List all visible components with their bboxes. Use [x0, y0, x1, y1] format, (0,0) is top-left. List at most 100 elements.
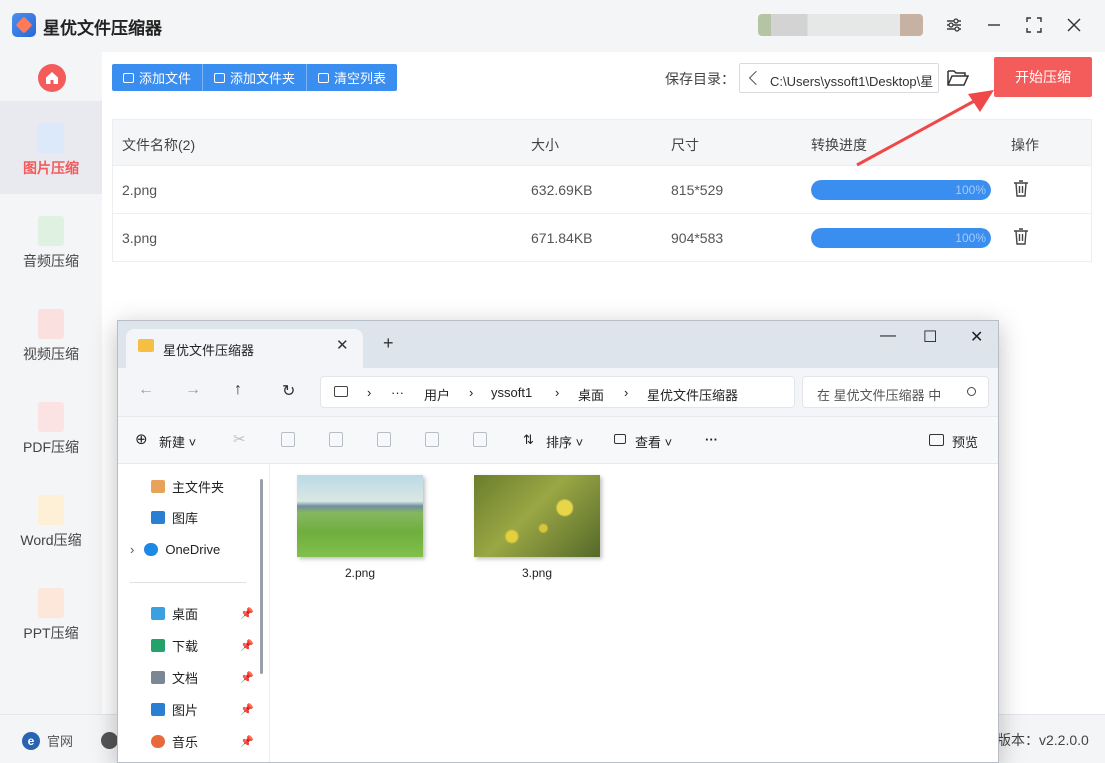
more-options-icon[interactable]: ··· — [705, 432, 718, 447]
refresh-icon[interactable]: ↻ — [282, 381, 295, 401]
maximize-icon[interactable] — [1021, 12, 1047, 38]
sidebar-item-pdf[interactable]: PDF压缩 — [0, 380, 102, 473]
chat-icon[interactable] — [101, 732, 118, 749]
breadcrumb-item[interactable]: 星优文件压缩器 — [647, 385, 738, 404]
app-title: 星优文件压缩器 — [43, 19, 162, 38]
file-name: 2.png — [122, 182, 158, 198]
nav-scrollbar[interactable] — [260, 479, 263, 674]
sort-button[interactable]: 排序 ˅ — [546, 432, 583, 451]
table-row[interactable]: 3.png 671.84KB 904*583 100% — [112, 214, 1092, 262]
progress-text: 100% — [955, 183, 986, 197]
browser-icon: e — [22, 731, 40, 750]
sidebar-item-label: 音频压缩 — [23, 253, 79, 269]
sidebar-item-video[interactable]: 视频压缩 — [0, 287, 102, 380]
sidebar-item-word[interactable]: Word压缩 — [0, 473, 102, 566]
paste-icon[interactable] — [329, 432, 343, 447]
explorer-tabbar: 星优文件压缩器 ✕ + — ☐ ✕ — [118, 321, 998, 368]
start-compress-button[interactable]: 开始压缩 — [994, 57, 1092, 97]
sidebar-item-ppt[interactable]: PPT压缩 — [0, 566, 102, 659]
nav-item-desktop[interactable]: 桌面 📌 — [151, 603, 254, 623]
sidebar-item-audio[interactable]: 音频压缩 — [0, 194, 102, 287]
nav-item-label: 主文件夹 — [172, 479, 225, 495]
close-icon[interactable]: ✕ — [970, 327, 983, 347]
cloud-icon — [144, 542, 159, 556]
share-icon[interactable] — [425, 432, 439, 447]
pin-icon[interactable]: 📌 — [240, 607, 254, 620]
minimize-icon[interactable]: — — [880, 327, 896, 345]
image-icon — [38, 123, 64, 153]
col-name-header: 文件名称(2) — [122, 137, 196, 153]
new-button[interactable]: 新建 ˅ — [159, 432, 196, 451]
delete-icon[interactable] — [1013, 228, 1029, 245]
sidebar-item-label: 图片压缩 — [23, 160, 79, 176]
preview-pane-icon — [929, 434, 944, 446]
up-icon[interactable]: ↑ — [234, 381, 242, 399]
website-link[interactable]: e 官网 — [22, 731, 73, 750]
file-thumbnail-3png[interactable] — [474, 475, 600, 557]
explorer-tab[interactable]: 星优文件压缩器 ✕ — [126, 329, 363, 368]
app-logo-icon — [12, 13, 36, 37]
new-plus-icon: ⊕ — [135, 431, 148, 448]
nav-item-home[interactable]: 主文件夹 — [151, 476, 224, 496]
add-folder-button[interactable]: 添加文件夹 — [203, 64, 308, 91]
view-button[interactable]: 查看 ˅ — [635, 432, 672, 451]
file-label[interactable]: 3.png — [474, 566, 600, 580]
breadcrumb-item[interactable]: yssoft1 — [491, 385, 532, 400]
expand-chevron-icon[interactable]: › — [130, 542, 134, 557]
maximize-icon[interactable]: ☐ — [923, 327, 937, 347]
preview-button[interactable]: 预览 — [952, 432, 978, 451]
nav-item-gallery[interactable]: 图库 — [151, 507, 198, 527]
delete-icon[interactable] — [473, 432, 487, 447]
col-dims-header: 尺寸 — [671, 137, 699, 153]
tab-close-icon[interactable]: ✕ — [336, 336, 349, 354]
add-file-button[interactable]: 添加文件 — [112, 64, 204, 91]
download-icon — [151, 638, 165, 652]
cut-icon[interactable]: ✂ — [233, 430, 247, 448]
file-explorer-window: 星优文件压缩器 ✕ + — ☐ ✕ ← → ↑ ↻ › ··· 用户 › yss… — [117, 320, 999, 763]
back-icon[interactable]: ← — [138, 381, 154, 399]
breadcrumb-more[interactable]: ··· — [391, 385, 404, 400]
sidebar-item-label: 视频压缩 — [23, 346, 79, 362]
nav-item-documents[interactable]: 文档 📌 — [151, 667, 254, 687]
add-file-icon — [123, 72, 134, 83]
nav-divider — [130, 582, 246, 583]
home-icon[interactable] — [38, 64, 66, 92]
nav-item-label: 图片 — [172, 702, 199, 718]
nav-item-downloads[interactable]: 下载 📌 — [151, 635, 254, 655]
minimize-icon[interactable] — [981, 12, 1007, 38]
copy-icon[interactable] — [281, 432, 295, 447]
nav-item-pictures[interactable]: 图片 📌 — [151, 699, 254, 719]
home-icon — [151, 479, 165, 493]
rename-icon[interactable] — [377, 432, 391, 447]
nav-item-onedrive[interactable]: › OneDrive — [130, 539, 220, 559]
add-file-label: 添加文件 — [139, 71, 192, 86]
new-tab-icon[interactable]: + — [383, 333, 394, 354]
pin-icon[interactable]: 📌 — [240, 703, 254, 716]
close-icon[interactable] — [1061, 12, 1087, 38]
nav-item-label: 图库 — [172, 510, 199, 526]
breadcrumb-item[interactable]: 桌面 — [578, 385, 604, 404]
address-bar[interactable]: › ··· 用户 › yssoft1 › 桌面 › 星优文件压缩器 — [320, 376, 795, 408]
pin-icon[interactable]: 📌 — [240, 671, 254, 684]
forward-icon[interactable]: → — [185, 381, 201, 399]
sidebar-item-image[interactable]: 图片压缩 — [0, 101, 102, 194]
search-icon — [967, 387, 976, 396]
settings-sliders-icon[interactable] — [941, 12, 967, 38]
nav-item-label: OneDrive — [165, 541, 221, 557]
user-avatar[interactable] — [758, 14, 923, 36]
pin-icon[interactable]: 📌 — [240, 639, 254, 652]
document-icon — [151, 670, 165, 684]
file-label[interactable]: 2.png — [297, 566, 423, 580]
clear-list-button[interactable]: 清空列表 — [307, 64, 398, 91]
nav-item-music[interactable]: 音乐 📌 — [151, 731, 254, 751]
delete-icon[interactable] — [1013, 180, 1029, 197]
file-thumbnail-2png[interactable] — [297, 475, 423, 557]
file-size: 632.69KB — [531, 182, 593, 198]
audio-icon — [38, 216, 64, 246]
pin-icon[interactable]: 📌 — [240, 735, 254, 748]
breadcrumb-item[interactable]: 用户 — [424, 385, 450, 404]
progress-bar: 100% — [811, 180, 991, 200]
folder-open-icon[interactable] — [947, 67, 970, 87]
sidebar-item-label: PDF压缩 — [23, 439, 79, 455]
search-input[interactable]: 在 星优文件压缩器 中 — [802, 376, 989, 408]
